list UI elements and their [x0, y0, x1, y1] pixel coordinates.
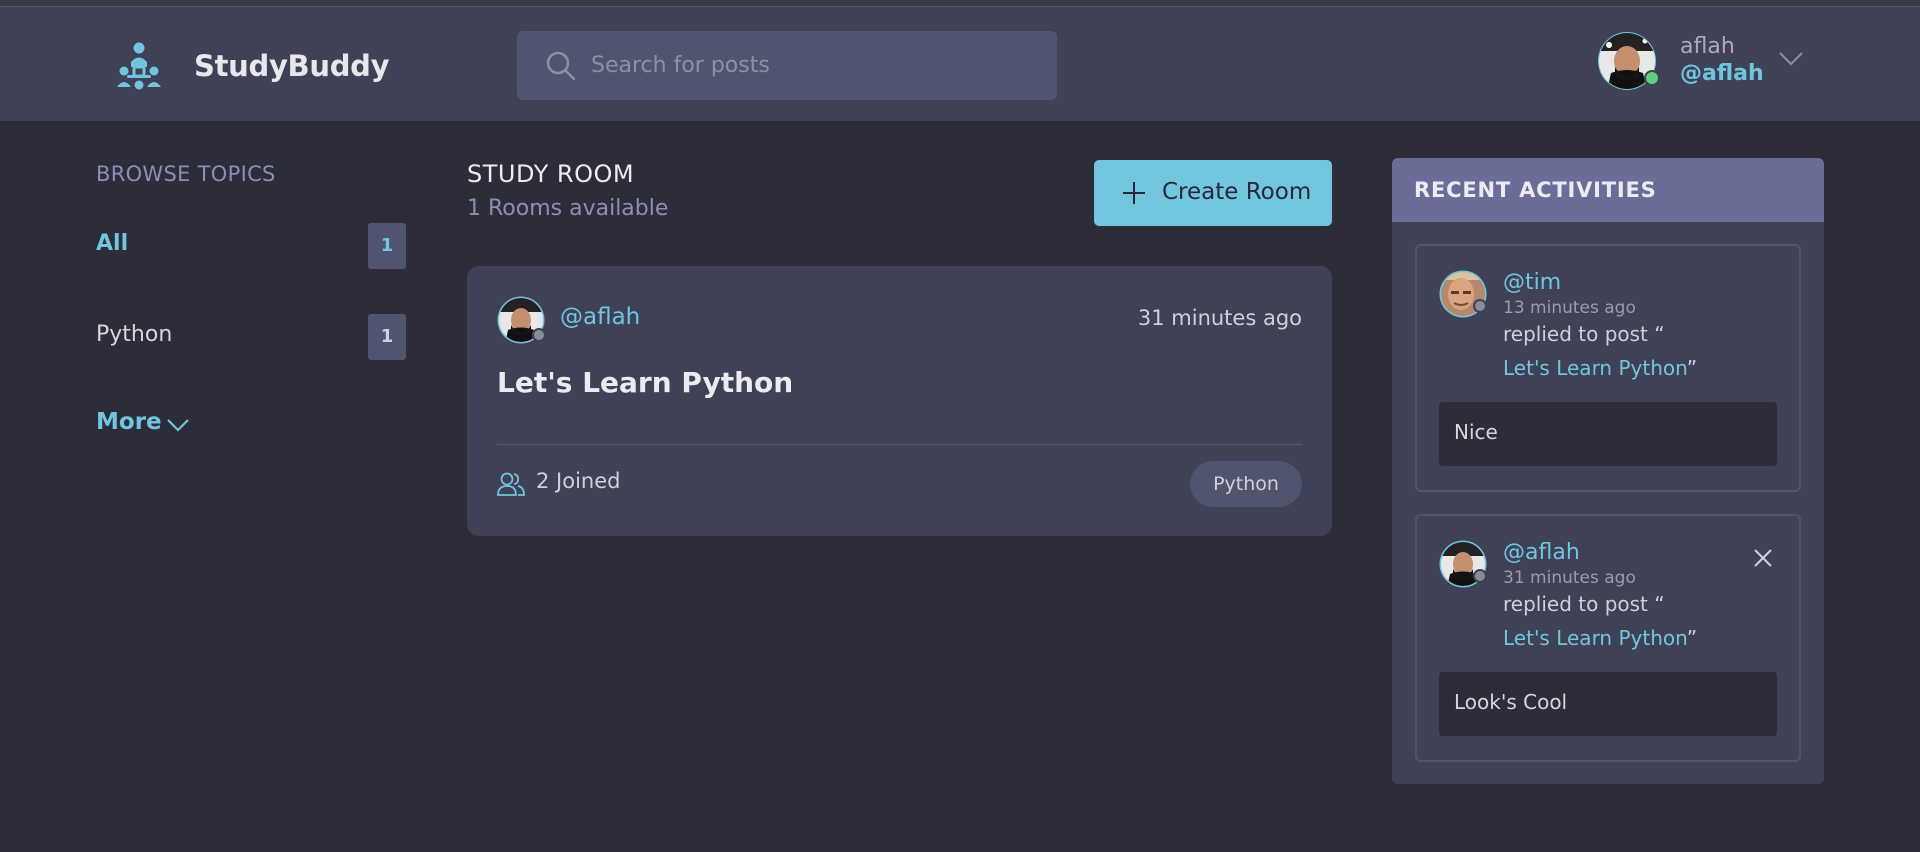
room-card[interactable]: @aflah 31 minutes ago Let's Learn Python… — [467, 266, 1332, 536]
offline-status-indicator — [532, 328, 546, 342]
plus-icon — [1123, 182, 1145, 204]
recent-activities-header: RECENT ACTIVITIES — [1392, 158, 1824, 222]
activity-user-link[interactable]: @aflah — [1503, 540, 1580, 565]
delete-activity-close-icon[interactable] — [1753, 548, 1773, 568]
activity-timestamp: 13 minutes ago — [1503, 298, 1636, 318]
recent-activities-title: RECENT ACTIVITIES — [1414, 178, 1657, 202]
activity-timestamp: 31 minutes ago — [1503, 568, 1636, 588]
activity-card: @aflah 31 minutes ago replied to post “ … — [1415, 514, 1801, 762]
room-host-link[interactable]: @aflah — [560, 304, 640, 330]
browse-topics-heading: BROWSE TOPICS — [96, 162, 276, 186]
offline-status-indicator — [1473, 569, 1487, 583]
user-display-name: aflah — [1680, 34, 1735, 59]
topic-count-badge: 1 — [368, 314, 406, 360]
recent-activities-panel: RECENT ACTIVITIES @tim 13 minutes ago re… — [1392, 158, 1824, 784]
window-top-edge — [0, 0, 1920, 7]
top-navbar: StudyBuddy aflah @aflah — [0, 7, 1920, 121]
activity-action-text: replied to post “ — [1503, 322, 1665, 346]
activity-message: Look's Cool — [1439, 672, 1777, 736]
activity-post-link[interactable]: Let's Learn Python — [1503, 626, 1687, 650]
app-brand-name[interactable]: StudyBuddy — [194, 49, 390, 83]
create-room-label: Create Room — [1162, 179, 1312, 205]
activity-post-line: Let's Learn Python” — [1503, 356, 1697, 380]
activity-post-line: Let's Learn Python” — [1503, 626, 1697, 650]
activity-action-text: replied to post “ — [1503, 592, 1665, 616]
quote-close: ” — [1686, 356, 1698, 380]
chevron-down-icon[interactable] — [166, 418, 190, 432]
joined-count: 2 Joined — [536, 469, 621, 493]
activity-user-link[interactable]: @tim — [1503, 270, 1561, 295]
search-icon — [546, 51, 576, 81]
offline-status-indicator — [1473, 299, 1487, 313]
chevron-down-icon[interactable] — [1778, 51, 1804, 67]
topic-label: All — [96, 231, 129, 256]
quote-close: ” — [1686, 626, 1698, 650]
topic-item-all[interactable]: All 1 — [96, 223, 406, 271]
room-timestamp: 31 minutes ago — [1137, 306, 1302, 330]
activity-card: @tim 13 minutes ago replied to post “ Le… — [1415, 244, 1801, 492]
logo-icon[interactable] — [112, 39, 166, 93]
study-room-heading: STUDY ROOM — [467, 160, 635, 188]
online-status-indicator — [1644, 70, 1660, 86]
topic-item-python[interactable]: Python 1 — [96, 314, 406, 362]
search-bar[interactable] — [517, 31, 1057, 100]
user-handle[interactable]: @aflah — [1680, 61, 1764, 86]
room-topic-tag[interactable]: Python — [1190, 461, 1302, 507]
rooms-available-count: 1 Rooms available — [467, 196, 669, 221]
activity-post-link[interactable]: Let's Learn Python — [1503, 356, 1687, 380]
room-title-link[interactable]: Let's Learn Python — [497, 366, 793, 399]
create-room-button[interactable]: Create Room — [1094, 160, 1332, 226]
search-input[interactable] — [591, 45, 1031, 85]
users-icon — [497, 472, 525, 496]
divider — [497, 444, 1302, 445]
topic-label: Python — [96, 322, 173, 347]
topic-count-badge: 1 — [368, 223, 406, 269]
more-topics-link[interactable]: More — [96, 409, 162, 435]
activity-message: Nice — [1439, 402, 1777, 466]
